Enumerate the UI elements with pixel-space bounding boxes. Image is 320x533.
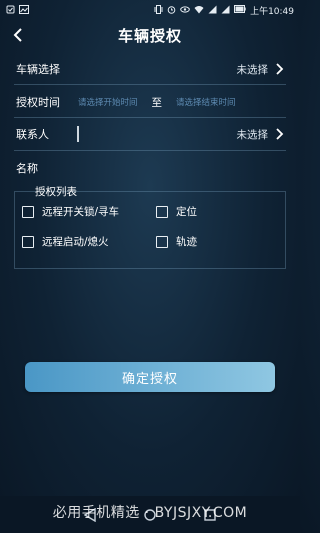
vehicle-select-label: 车辆选择 [16, 63, 60, 76]
status-left [6, 4, 29, 16]
battery-icon [234, 5, 246, 15]
auth-time-row: 授权时间 请选择开始时间 至 请选择结束时间 [0, 86, 300, 118]
wifi-icon [194, 5, 204, 16]
checkbox-label: 轨迹 [176, 236, 197, 248]
contact-value: 未选择 [236, 128, 269, 141]
vehicle-select-value: 未选择 [236, 63, 269, 76]
chevron-left-icon [13, 28, 22, 42]
chevron-right-icon [276, 63, 284, 75]
signal-icon [208, 5, 217, 16]
time-range-separator: 至 [151, 96, 163, 109]
signal-icon [221, 5, 230, 16]
page-title: 车辆授权 [117, 26, 182, 45]
checkbox-remote-lock[interactable]: 远程开关锁/寻车 [22, 204, 119, 219]
nav-recent-button[interactable] [200, 505, 220, 525]
circle-home-icon [144, 508, 156, 521]
checkbox-label: 远程启动/熄火 [42, 236, 109, 248]
auth-time-label: 授权时间 [16, 96, 60, 109]
nav-home-button[interactable] [140, 505, 160, 525]
text-cursor [77, 126, 79, 142]
contact-row[interactable]: 联系人 未选择 [0, 118, 300, 150]
vehicle-select-row[interactable]: 车辆选择 未选择 [0, 53, 300, 85]
title-bar: 车辆授权 [0, 20, 300, 50]
checkbox-box[interactable] [156, 205, 168, 218]
vibrate-icon [154, 4, 163, 16]
checkbox-location[interactable]: 定位 [156, 204, 197, 219]
checkbox-box[interactable] [156, 235, 168, 248]
status-right: 上午10:49 [154, 4, 294, 17]
triangle-back-icon [84, 507, 96, 522]
checkbox-remote-start[interactable]: 远程启动/熄火 [22, 234, 109, 249]
auth-list-box [14, 191, 286, 269]
confirm-auth-button[interactable]: 确定授权 [25, 362, 275, 392]
alarm-icon [167, 5, 176, 16]
checkbox-track[interactable]: 轨迹 [156, 234, 197, 249]
status-bar: 上午10:49 [0, 0, 300, 20]
name-row[interactable]: 名称 [0, 152, 300, 184]
image-icon [19, 4, 29, 16]
eye-icon [180, 5, 190, 16]
status-time: 上午10:49 [250, 6, 294, 17]
contact-label: 联系人 [16, 128, 49, 141]
notification-icon [6, 5, 15, 16]
nav-back-button[interactable] [80, 505, 100, 525]
checkbox-box[interactable] [22, 235, 34, 248]
system-nav-bar [0, 496, 300, 533]
square-recent-icon [204, 508, 216, 521]
end-time-field[interactable]: 请选择结束时间 [176, 96, 236, 108]
chevron-right-icon [276, 128, 284, 140]
checkbox-label: 定位 [176, 206, 197, 218]
divider [14, 150, 286, 151]
checkbox-box[interactable] [22, 205, 34, 218]
back-button[interactable] [6, 20, 30, 50]
auth-list-legend: 授权列表 [35, 186, 77, 198]
divider [14, 84, 286, 85]
start-time-field[interactable]: 请选择开始时间 [78, 96, 138, 108]
checkbox-label: 远程开关锁/寻车 [42, 206, 120, 218]
name-label: 名称 [16, 162, 38, 175]
